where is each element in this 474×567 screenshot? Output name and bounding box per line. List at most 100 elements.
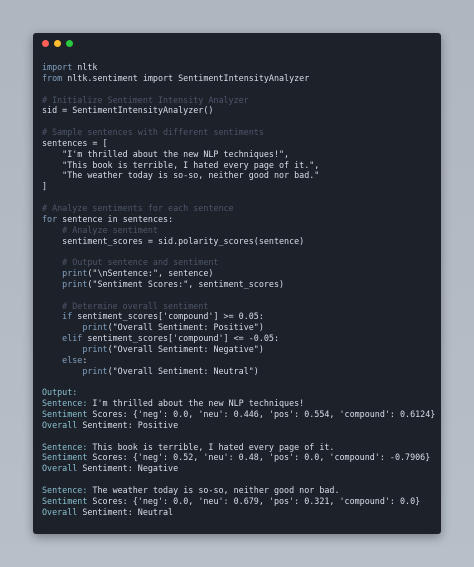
code-line: # Initialize Sentiment Intensity Analyze…: [42, 95, 435, 106]
code-line: Sentence: This book is terrible, I hated…: [42, 442, 435, 453]
code-line: Output:: [42, 387, 435, 398]
code-text: nltk: [72, 62, 98, 72]
code-line: # Analyze sentiments for each sentence: [42, 203, 435, 214]
code-keyword: for: [42, 213, 58, 224]
minimize-dot-icon[interactable]: [54, 40, 61, 47]
code-text: ("Overall Sentiment: Negative"): [107, 343, 264, 354]
code-text: nltk.sentiment import SentimentIntensity…: [62, 72, 310, 83]
code-line: "This book is terrible, I hated every pa…: [42, 160, 435, 171]
code-window: import nltk from nltk.sentiment import Se…: [33, 33, 441, 534]
code-line: print("Overall Sentiment: Positive"): [42, 322, 435, 333]
code-line: # Analyze sentiment: [42, 225, 435, 236]
code-keyword: from: [42, 72, 63, 83]
code-line: Sentiment Scores: {'neg': 0.0, 'neu': 0.…: [42, 409, 435, 420]
code-line: Sentence: I'm thrilled about the new NLP…: [42, 398, 435, 409]
code-text: ]: [42, 181, 48, 192]
output-text: I'm thrilled about the new NLP technique…: [87, 398, 305, 409]
code-line: print("\nSentence:", sentence): [42, 268, 435, 279]
output-text: This book is terrible, I hated every pag…: [87, 441, 335, 452]
output-label: Sentiment: [42, 495, 88, 506]
code-line: Sentiment Scores: {'neg': 0.52, 'neu': 0…: [42, 452, 435, 463]
code-block: import nltk from nltk.sentiment import Se…: [42, 62, 435, 517]
output-label: Overall: [42, 419, 78, 430]
code-line: # Sample sentences with different sentim…: [42, 127, 435, 138]
code-text: ("\nSentence:", sentence): [87, 268, 214, 279]
output-label: Sentence:: [42, 398, 88, 409]
code-text: "I'm thrilled about the new NLP techniqu…: [42, 148, 290, 159]
output-label: Overall: [42, 463, 78, 474]
code-line: Overall Sentiment: Negative: [42, 463, 435, 474]
code-line: # Output sentence and sentiment: [42, 257, 435, 268]
code-keyword: else: [62, 354, 83, 365]
code-line: print("Overall Sentiment: Neutral"): [42, 366, 435, 377]
output-text: Sentiment: Neutral: [77, 506, 174, 517]
code-text: sentiment_scores['compound'] <= -0.05:: [82, 333, 279, 344]
code-line: elif sentiment_scores['compound'] <= -0.…: [42, 333, 435, 344]
code-keyword: print: [82, 365, 108, 376]
code-text: sentence in sentences:: [57, 213, 174, 224]
code-line: Overall Sentiment: Positive: [42, 420, 435, 431]
code-line: print("Sentiment Scores:", sentiment_sco…: [42, 279, 435, 290]
code-comment: # Initialize Sentiment Intensity Analyze…: [42, 94, 249, 105]
code-line: if sentiment_scores['compound'] >= 0.05:: [42, 311, 435, 322]
code-line: else:: [42, 355, 435, 366]
code-keyword: print: [82, 343, 108, 354]
output-text: The weather today is so-so, neither good…: [87, 484, 340, 495]
code-comment: # Sample sentences with different sentim…: [42, 127, 264, 138]
code-line: print("Overall Sentiment: Negative"): [42, 344, 435, 355]
code-line: Sentence: The weather today is so-so, ne…: [42, 485, 435, 496]
code-line: "The weather today is so-so, neither goo…: [42, 170, 435, 181]
window-controls: [42, 40, 73, 47]
output-text: Sentiment: Negative: [77, 463, 179, 474]
code-keyword: if: [62, 311, 73, 322]
code-line: # Determine overall sentiment: [42, 301, 435, 312]
maximize-dot-icon[interactable]: [66, 40, 73, 47]
code-comment: # Determine overall sentiment: [42, 300, 209, 311]
code-line: sentiment_scores = sid.polarity_scores(s…: [42, 236, 435, 247]
output-label: Overall: [42, 506, 78, 517]
code-line: from nltk.sentiment import SentimentInte…: [42, 73, 435, 84]
code-line: Overall Sentiment: Neutral: [42, 507, 435, 518]
code-keyword: print: [62, 278, 88, 289]
output-text: Sentiment: Positive: [77, 419, 179, 430]
output-label: Sentiment: [42, 452, 88, 463]
code-line: Sentiment Scores: {'neg': 0.0, 'neu': 0.…: [42, 496, 435, 507]
code-line: import nltk: [42, 62, 435, 73]
code-text: sentiment_scores = sid.polarity_scores(s…: [42, 235, 305, 246]
close-dot-icon[interactable]: [42, 40, 49, 47]
code-text: "The weather today is so-so, neither goo…: [42, 170, 320, 181]
code-comment: # Analyze sentiment: [42, 224, 158, 235]
code-text: sentiment_scores['compound'] >= 0.05:: [72, 311, 264, 322]
code-keyword: print: [82, 322, 108, 333]
code-keyword: elif: [62, 333, 83, 344]
code-text: ("Overall Sentiment: Positive"): [107, 322, 264, 333]
code-comment: # Output sentence and sentiment: [42, 257, 219, 268]
code-text: sentences = [: [42, 137, 108, 148]
code-text: :: [82, 354, 88, 365]
output-label: Sentence:: [42, 484, 88, 495]
output-label: Output:: [42, 387, 78, 398]
code-keyword: print: [62, 268, 88, 279]
code-line: ]: [42, 181, 435, 192]
code-text: ("Sentiment Scores:", sentiment_scores): [87, 278, 285, 289]
code-line: for sentence in sentences:: [42, 214, 435, 225]
code-comment: # Analyze sentiments for each sentence: [42, 202, 234, 213]
code-text: "This book is terrible, I hated every pa…: [42, 159, 320, 170]
code-line: sid = SentimentIntensityAnalyzer(): [42, 105, 435, 116]
code-line: sentences = [: [42, 138, 435, 149]
code-line: "I'm thrilled about the new NLP techniqu…: [42, 149, 435, 160]
